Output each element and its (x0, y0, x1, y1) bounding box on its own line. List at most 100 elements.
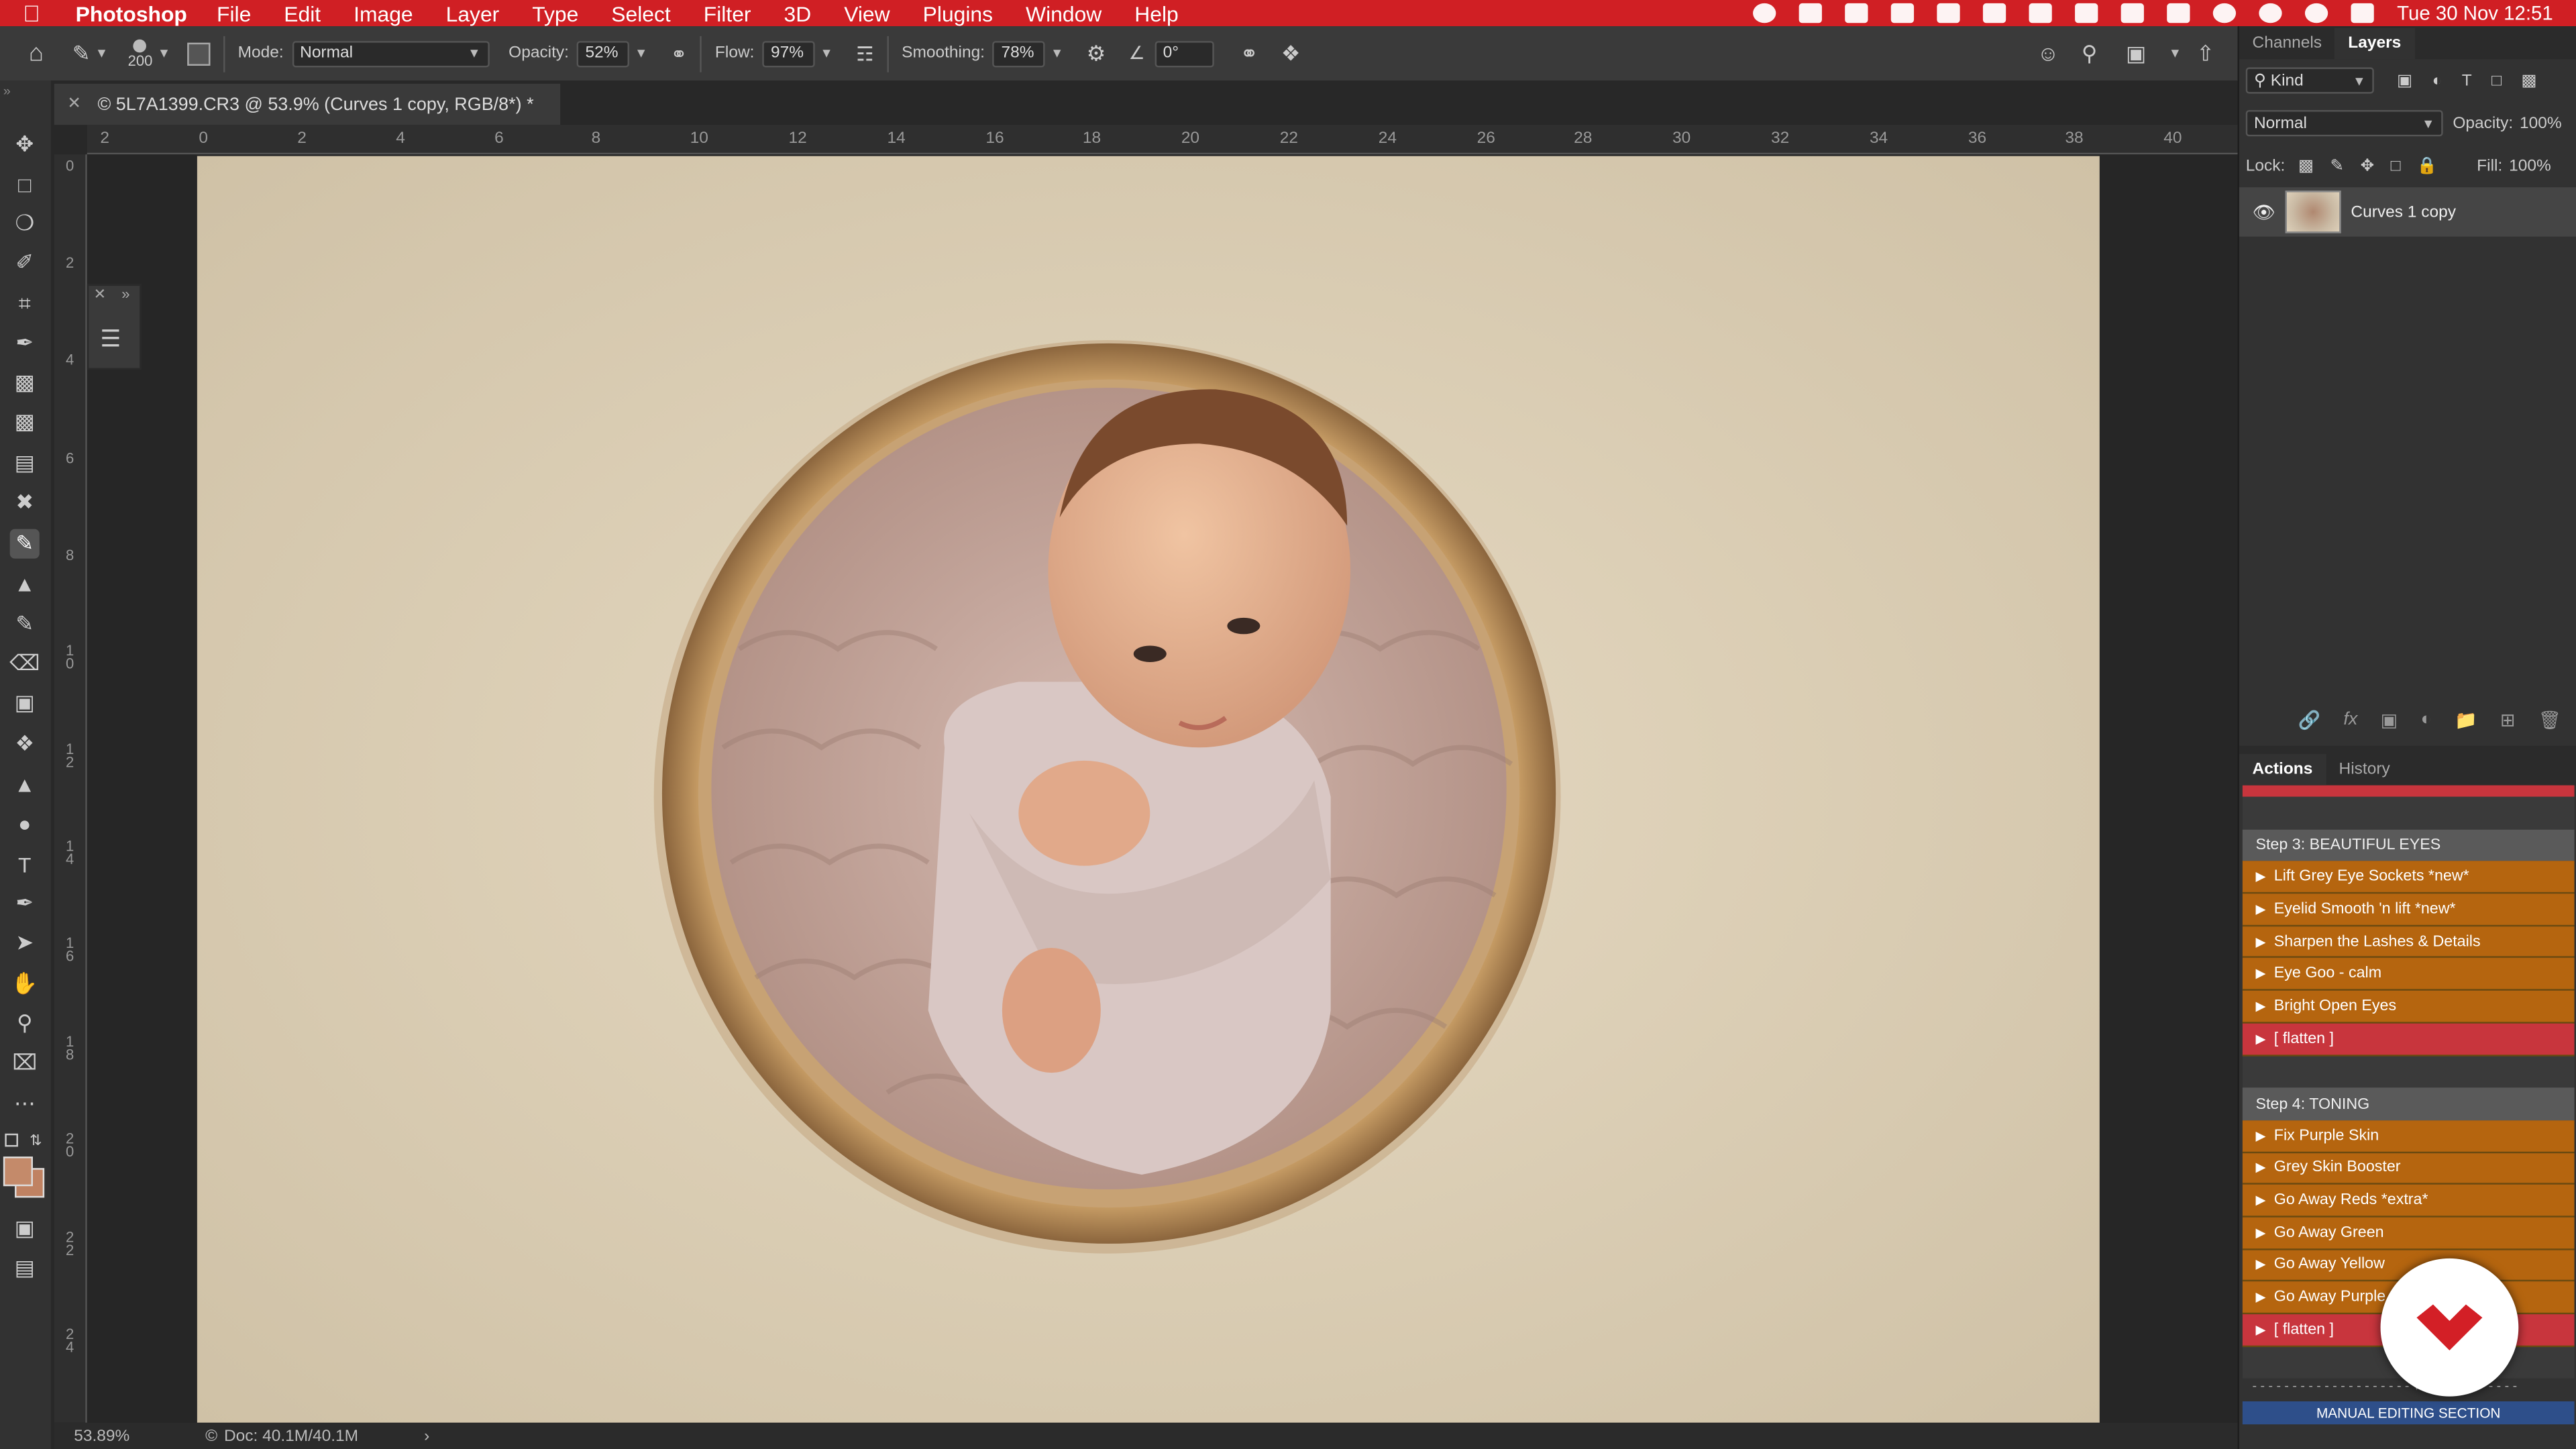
layer-item[interactable]: 👁 Curves 1 copy (2239, 187, 2576, 237)
search-people-icon[interactable]: ☺ (2037, 41, 2059, 66)
menu-3d[interactable]: 3D (784, 1, 812, 25)
tab-layers[interactable]: Layers (2334, 28, 2414, 60)
adjustment-filter-icon[interactable]: ◐ (2432, 72, 2443, 90)
type-filter-icon[interactable]: T (2462, 72, 2472, 90)
action-group-header[interactable]: Step 3: BEAUTIFUL EYES (2242, 828, 2575, 862)
control-center-icon[interactable] (2351, 3, 2374, 23)
apple-menu-icon[interactable]:  (23, 0, 56, 26)
fx-icon[interactable]: fx (2343, 710, 2357, 729)
quick-select-tool-icon[interactable]: ✐ (10, 248, 40, 278)
crop-tool-icon[interactable]: ⌗ (10, 289, 40, 319)
blend-mode-select[interactable]: Normal ▼ (2245, 110, 2443, 137)
spotlight-search-icon[interactable] (2305, 3, 2328, 23)
frame-tool-icon[interactable]: ▤ (10, 449, 40, 478)
gear-icon[interactable]: ⚙ (1087, 40, 1106, 66)
menu-edit[interactable]: Edit (284, 1, 321, 25)
ruler-vertical[interactable]: 0 2 4 6 8 1 0 1 2 1 4 1 6 1 8 2 0 2 2 2 … (54, 154, 87, 1423)
record-icon[interactable] (1753, 3, 1776, 23)
menu-plugins[interactable]: Plugins (923, 1, 993, 25)
zoom-tool-icon[interactable]: ⚲ (10, 1009, 40, 1038)
eraser-tool-icon[interactable]: ⌫ (9, 649, 40, 678)
brush-tool-icon[interactable]: ✎ (9, 529, 40, 559)
patch-tool-icon[interactable]: ▩ (10, 407, 40, 437)
trash-icon[interactable]: 🗑 (2538, 709, 2561, 730)
folder-icon[interactable]: 📁 (2455, 709, 2477, 730)
collapse-icon[interactable]: » (121, 286, 129, 302)
search-icon[interactable]: ⚲ (2082, 40, 2097, 66)
action-item[interactable]: ▶ Grey Skin Booster (2242, 1152, 2575, 1185)
layer-filter-select[interactable]: ⚲ Kind ▼ (2245, 67, 2374, 94)
frame-icon[interactable]: ⌧ (10, 1048, 40, 1077)
notification-icon[interactable] (1845, 3, 1868, 23)
menu-select[interactable]: Select (611, 1, 671, 25)
lock-pixels-icon[interactable]: ▩ (2298, 157, 2314, 175)
bluetooth-icon[interactable] (2075, 3, 2098, 23)
pressure-size-icon[interactable]: ⚭ (1240, 40, 1258, 66)
document-tab[interactable]: ✕ © 5L7A1399.CR3 @ 53.9% (Curves 1 copy,… (54, 83, 561, 125)
action-item[interactable]: ▶ Eye Goo - calm (2242, 958, 2575, 991)
collapse-icon[interactable]: » (3, 84, 11, 99)
menu-help[interactable]: Help (1134, 1, 1179, 25)
fill-value[interactable]: 100% (2509, 157, 2551, 175)
brush-tool-icon[interactable]: ✎ (72, 40, 91, 66)
layer-name[interactable]: Curves 1 copy (2351, 203, 2456, 221)
menu-type[interactable]: Type (532, 1, 578, 25)
action-item[interactable]: ▶ Go Away Green (2242, 1217, 2575, 1250)
lock-paint-icon[interactable]: ✎ (2330, 157, 2345, 175)
close-icon[interactable]: ✕ (94, 286, 106, 304)
image-filter-icon[interactable]: ▣ (2397, 72, 2412, 90)
screen-icon[interactable] (1890, 3, 1915, 23)
user-icon[interactable] (2212, 3, 2237, 23)
brush-settings-icon[interactable] (186, 42, 210, 65)
default-colors-icon[interactable] (5, 1133, 18, 1147)
adjustments-icon[interactable]: ☰ (100, 325, 121, 354)
sharpen-tool-icon[interactable]: ▲ (10, 769, 40, 798)
move-tool-icon[interactable]: ✥ (10, 129, 40, 159)
app-icon[interactable] (1937, 3, 1960, 23)
path-selection-tool-icon[interactable]: ➤ (10, 928, 40, 958)
screen-mode-icon[interactable]: ▤ (10, 1254, 40, 1283)
app-menu[interactable]: Photoshop (76, 1, 187, 25)
chevron-down-icon[interactable]: ▼ (2169, 46, 2182, 61)
volume-icon[interactable] (2029, 3, 2052, 23)
battery-icon[interactable] (2121, 3, 2145, 23)
home-icon[interactable]: ⌂ (0, 40, 72, 68)
menu-file[interactable]: File (217, 1, 251, 25)
workspace-icon[interactable]: ▣ (2126, 40, 2146, 66)
creative-cloud-icon[interactable] (1799, 3, 1823, 23)
more-tools-icon[interactable]: ⋯ (10, 1089, 40, 1119)
foreground-color-swatch[interactable] (3, 1157, 33, 1187)
tab-channels[interactable]: Channels (2239, 34, 2335, 59)
new-layer-icon[interactable]: ⊞ (2500, 709, 2516, 730)
wifi-icon[interactable] (2167, 3, 2190, 23)
symmetry-icon[interactable]: ❖ (1281, 40, 1301, 66)
mode-select[interactable]: Normal ▼ (291, 40, 489, 67)
adjustment-layer-icon[interactable]: ◐ (2420, 710, 2431, 729)
opacity-input[interactable]: 52% (577, 40, 630, 67)
shape-filter-icon[interactable]: □ (2491, 72, 2502, 90)
history-brush-tool-icon[interactable]: ✎ (10, 610, 40, 639)
tab-actions[interactable]: Actions (2239, 754, 2326, 786)
content-aware-move-icon[interactable]: ✖ (10, 488, 40, 517)
menu-filter[interactable]: Filter (704, 1, 751, 25)
action-item[interactable]: ▶ Lift Grey Eye Sockets *new* (2242, 861, 2575, 894)
siri-icon[interactable] (2259, 3, 2282, 23)
swap-colors-icon[interactable]: ⇅ (30, 1132, 42, 1150)
brush-preset-picker[interactable]: 200 (128, 38, 152, 68)
chevron-down-icon[interactable]: ▼ (820, 46, 833, 61)
menu-window[interactable]: Window (1026, 1, 1102, 25)
chevron-right-icon[interactable]: › (424, 1427, 429, 1445)
eye-icon[interactable]: 👁 (2253, 201, 2275, 222)
menu-image[interactable]: Image (354, 1, 413, 25)
dodge-tool-icon[interactable]: ● (10, 808, 40, 838)
menu-view[interactable]: View (844, 1, 890, 25)
action-item[interactable]: ▶ [ flatten ] (2242, 1023, 2575, 1056)
action-group-header[interactable]: Step 4: TONING (2242, 1087, 2575, 1120)
document-canvas-image[interactable] (197, 156, 2100, 1423)
lock-all-icon[interactable]: 🔒 (2417, 157, 2437, 175)
type-tool-icon[interactable]: T (10, 849, 40, 879)
pressure-opacity-icon[interactable]: ⚭ (671, 42, 688, 64)
lock-artboard-icon[interactable]: □ (2391, 157, 2401, 175)
smoothing-input[interactable]: 78% (993, 40, 1046, 67)
chevron-down-icon[interactable]: ▼ (158, 46, 170, 61)
